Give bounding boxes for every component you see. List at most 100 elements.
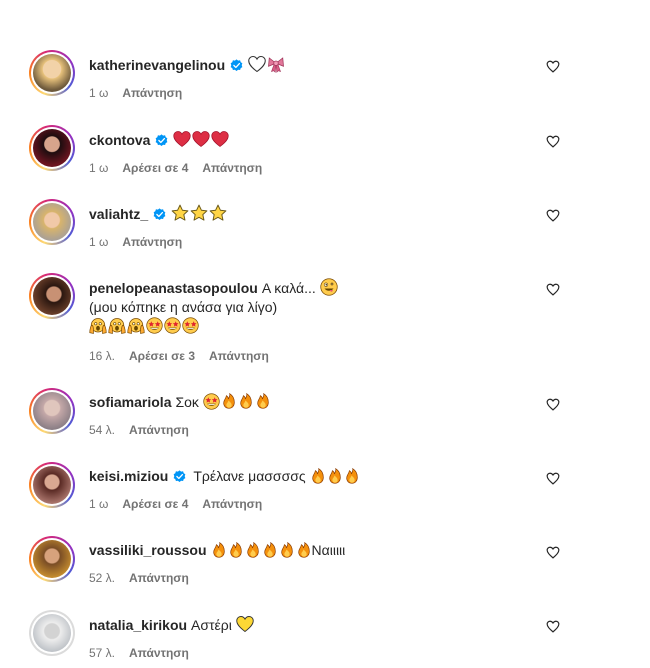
red-heart-emoji-icon bbox=[173, 130, 191, 148]
avatar-border bbox=[31, 390, 73, 432]
like-heart-icon[interactable] bbox=[546, 546, 560, 559]
emoji-group bbox=[89, 317, 199, 335]
comment-time[interactable]: 1 ω bbox=[89, 497, 108, 511]
comment-username[interactable]: penelopeanastasopoulou bbox=[89, 280, 258, 296]
avatar[interactable] bbox=[29, 199, 75, 245]
comment-text-suffix: Ναιιιιι bbox=[311, 542, 346, 558]
comment-body: penelopeanastasopoulou Α καλά... (μου κόπη… bbox=[89, 278, 589, 363]
comment-text: Αστέρι bbox=[191, 617, 232, 633]
comment-username[interactable]: sofiamariola bbox=[89, 394, 171, 410]
comment-time[interactable]: 1 ω bbox=[89, 161, 108, 175]
star-emoji-icon bbox=[171, 204, 189, 222]
comment-time[interactable]: 16 λ. bbox=[89, 349, 115, 363]
avatar[interactable] bbox=[29, 125, 75, 171]
comment-meta: 1 ω Απάντηση bbox=[89, 235, 589, 249]
comment-username[interactable]: katherinevangelinou bbox=[89, 57, 225, 73]
comment-likes[interactable]: Αρέσει σε 4 bbox=[122, 497, 188, 511]
reply-button[interactable]: Απάντηση bbox=[202, 497, 262, 511]
avatar-photo bbox=[33, 466, 71, 504]
star-emoji-icon bbox=[190, 204, 208, 222]
screaming-face-emoji-icon bbox=[108, 317, 126, 335]
reply-button[interactable]: Απάντηση bbox=[122, 235, 182, 249]
avatar-photo bbox=[33, 614, 71, 652]
comment-likes[interactable]: Αρέσει σε 3 bbox=[129, 349, 195, 363]
emoji-group bbox=[320, 278, 338, 296]
avatar-photo bbox=[33, 540, 71, 578]
comment-username[interactable]: keisi.miziou bbox=[89, 468, 168, 484]
white-heart-emoji-icon bbox=[248, 55, 266, 73]
comment-body: vassiliki_roussou Ναιιιιι 52 λ. Απάντηση bbox=[89, 541, 589, 585]
emoji-group bbox=[211, 542, 312, 558]
avatar[interactable] bbox=[29, 610, 75, 656]
comment-time[interactable]: 57 λ. bbox=[89, 646, 115, 660]
emoji-group bbox=[248, 55, 285, 73]
comment-meta: 52 λ. Απάντηση bbox=[89, 571, 589, 585]
comment-line: ckontova bbox=[89, 130, 589, 149]
comment-username[interactable]: valiahtz_ bbox=[89, 206, 148, 222]
comment-line: sofiamariola Σοκ bbox=[89, 393, 589, 411]
fire-emoji-icon bbox=[296, 542, 312, 558]
comment-username[interactable]: ckontova bbox=[89, 132, 150, 148]
reply-button[interactable]: Απάντηση bbox=[202, 161, 262, 175]
comment-body: natalia_kirikou Αστέρι 57 λ. Απάντηση bbox=[89, 615, 589, 660]
avatar-border bbox=[31, 275, 73, 317]
like-heart-icon[interactable] bbox=[546, 398, 560, 411]
comment-meta: 1 ω Αρέσει σε 4 Απάντηση bbox=[89, 161, 589, 175]
screaming-face-emoji-icon bbox=[89, 317, 107, 335]
screaming-face-emoji-icon bbox=[127, 317, 145, 335]
comment-time[interactable]: 1 ω bbox=[89, 235, 108, 249]
like-heart-icon[interactable] bbox=[546, 283, 560, 296]
comment-line: keisi.miziou Τρέλανε μασσσσς bbox=[89, 467, 589, 485]
comment-time[interactable]: 52 λ. bbox=[89, 571, 115, 585]
comment-meta: 57 λ. Απάντηση bbox=[89, 646, 589, 660]
zany-face-emoji-icon bbox=[320, 278, 338, 296]
comment-time[interactable]: 54 λ. bbox=[89, 423, 115, 437]
avatar[interactable] bbox=[29, 536, 75, 582]
emoji-group bbox=[171, 204, 227, 222]
comment-body: sofiamariola Σοκ 54 λ. Απάντηση bbox=[89, 393, 589, 437]
emoji-group bbox=[203, 393, 271, 410]
like-heart-icon[interactable] bbox=[546, 135, 560, 148]
reply-button[interactable]: Απάντηση bbox=[209, 349, 269, 363]
reply-button[interactable]: Απάντηση bbox=[129, 423, 189, 437]
verified-badge-icon bbox=[173, 470, 186, 483]
red-heart-emoji-icon bbox=[211, 130, 229, 148]
comments-list: katherinevangelinou 1 ω Απάντηση ckontova 1 … bbox=[0, 0, 650, 668]
fire-emoji-icon bbox=[228, 542, 244, 558]
emoji-group bbox=[310, 468, 360, 484]
like-heart-icon[interactable] bbox=[546, 60, 560, 73]
fire-emoji-icon bbox=[327, 468, 343, 484]
comment-likes[interactable]: Αρέσει σε 4 bbox=[122, 161, 188, 175]
comment-time[interactable]: 1 ω bbox=[89, 86, 108, 100]
avatar[interactable] bbox=[29, 50, 75, 96]
comment-line: vassiliki_roussou Ναιιιιι bbox=[89, 541, 589, 559]
star-struck-emoji-icon bbox=[203, 393, 220, 410]
avatar-border bbox=[31, 201, 73, 243]
comment-text: Τρέλανε μασσσσς bbox=[193, 468, 306, 484]
star-struck-emoji-icon bbox=[146, 317, 163, 334]
avatar[interactable] bbox=[29, 388, 75, 434]
comment-meta: 1 ω Αρέσει σε 4 Απάντηση bbox=[89, 497, 589, 511]
fire-emoji-icon bbox=[221, 393, 237, 409]
reply-button[interactable]: Απάντηση bbox=[129, 571, 189, 585]
reply-button[interactable]: Απάντηση bbox=[122, 86, 182, 100]
fire-emoji-icon bbox=[211, 542, 227, 558]
avatar[interactable] bbox=[29, 462, 75, 508]
comment-line: penelopeanastasopoulou Α καλά... bbox=[89, 278, 589, 297]
comment-username[interactable]: vassiliki_roussou bbox=[89, 542, 207, 558]
comment-text: Σοκ bbox=[175, 394, 199, 410]
avatar-photo bbox=[33, 129, 71, 167]
reply-button[interactable]: Απάντηση bbox=[129, 646, 189, 660]
comment-body: keisi.miziou Τρέλανε μασσσσς 1 ω Αρέσει σε … bbox=[89, 467, 589, 511]
avatar-photo bbox=[33, 203, 71, 241]
comment-body: ckontova 1 ω Αρέσει σε 4 Απάντηση bbox=[89, 130, 589, 175]
comment-username[interactable]: natalia_kirikou bbox=[89, 617, 187, 633]
star-emoji-icon bbox=[209, 204, 227, 222]
emoji-group bbox=[236, 615, 254, 633]
avatar[interactable] bbox=[29, 273, 75, 319]
like-heart-icon[interactable] bbox=[546, 209, 560, 222]
verified-badge-icon bbox=[230, 59, 243, 72]
like-heart-icon[interactable] bbox=[546, 472, 560, 485]
like-heart-icon[interactable] bbox=[546, 620, 560, 633]
comment-line: valiahtz_ bbox=[89, 204, 589, 223]
